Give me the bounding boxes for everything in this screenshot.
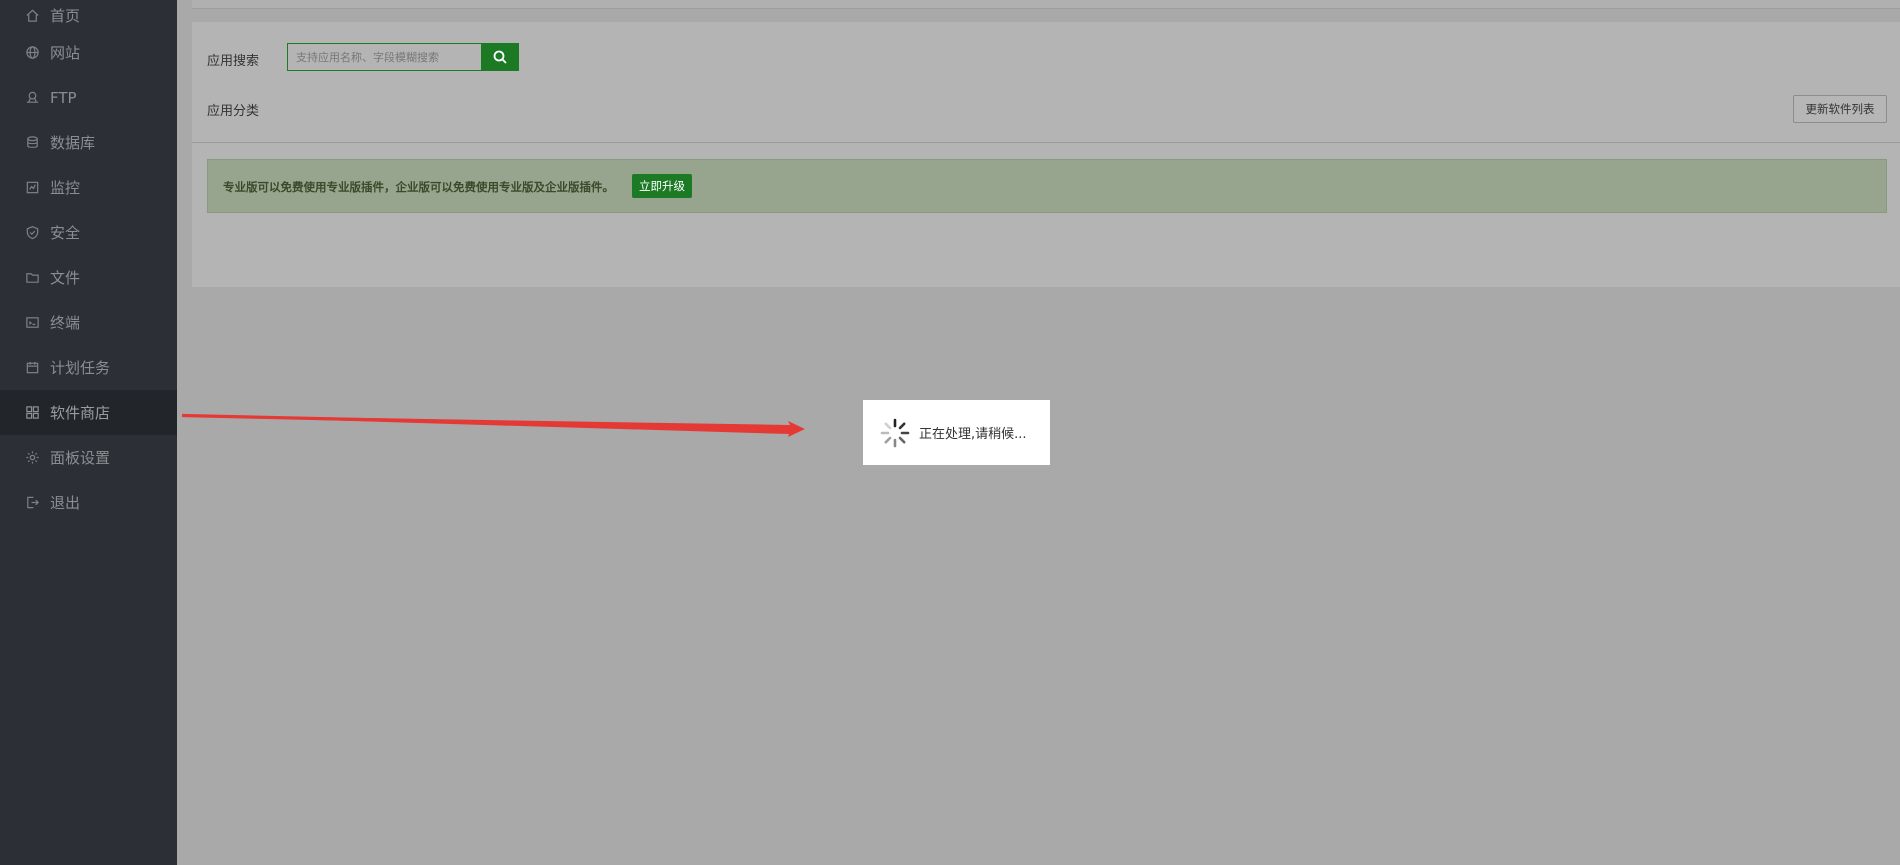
folder-icon <box>24 270 40 286</box>
sidebar-item-label: 文件 <box>50 269 81 287</box>
sidebar: 首页 网站 FTP 数据库 监控 安全 文件 终端 计划任务 软件商店 面板设置… <box>0 0 177 865</box>
software-store-panel: 应用搜索 应用分类 更新软件列表 专业版可以免费使用专业版插件，企业版可以免费使… <box>192 22 1900 287</box>
logout-icon <box>24 495 40 511</box>
loading-text: 正在处理,请稍候... <box>919 427 1027 442</box>
sidebar-item-home[interactable]: 首页 <box>0 0 177 30</box>
sidebar-item-label: 首页 <box>50 6 81 25</box>
database-icon <box>24 135 40 151</box>
divider <box>192 142 1900 143</box>
upgrade-now-button[interactable]: 立即升级 <box>632 174 692 198</box>
sidebar-item-terminal[interactable]: 终端 <box>0 300 177 345</box>
sidebar-item-security[interactable]: 安全 <box>0 210 177 255</box>
sidebar-item-label: 安全 <box>50 224 81 242</box>
grid-icon <box>24 405 40 421</box>
sidebar-item-software-store[interactable]: 软件商店 <box>0 390 177 435</box>
shield-icon <box>24 225 40 241</box>
sidebar-item-database[interactable]: 数据库 <box>0 120 177 165</box>
sidebar-item-label: 软件商店 <box>50 404 111 422</box>
gear-icon <box>24 450 40 466</box>
sidebar-item-label: 退出 <box>50 494 81 512</box>
sidebar-item-files[interactable]: 文件 <box>0 255 177 300</box>
sidebar-item-label: FTP <box>50 88 77 107</box>
sidebar-item-label: 计划任务 <box>50 359 111 377</box>
sidebar-menu: 首页 网站 FTP 数据库 监控 安全 文件 终端 计划任务 软件商店 面板设置… <box>0 0 177 525</box>
sidebar-item-monitor[interactable]: 监控 <box>0 165 177 210</box>
category-label: 应用分类 <box>207 104 260 119</box>
sidebar-item-ftp[interactable]: FTP <box>0 75 177 120</box>
sidebar-item-label: 终端 <box>50 314 81 332</box>
globe-icon <box>24 45 40 61</box>
spinner-icon <box>880 418 910 447</box>
top-panel-strip <box>192 0 1900 9</box>
search-icon <box>493 50 507 64</box>
ftp-icon <box>24 90 40 106</box>
search-label: 应用搜索 <box>207 54 260 69</box>
sidebar-item-label: 网站 <box>50 44 81 62</box>
loading-dialog: 正在处理,请稍候... <box>863 400 1050 465</box>
search-input[interactable] <box>288 44 478 70</box>
sidebar-item-label: 数据库 <box>50 134 96 152</box>
home-icon <box>24 7 40 23</box>
search-box <box>287 43 519 71</box>
sidebar-item-cron[interactable]: 计划任务 <box>0 345 177 390</box>
search-button[interactable] <box>481 43 519 71</box>
monitor-icon <box>24 180 40 196</box>
sidebar-item-website[interactable]: 网站 <box>0 30 177 75</box>
sidebar-item-logout[interactable]: 退出 <box>0 480 177 525</box>
upgrade-notice: 专业版可以免费使用专业版插件，企业版可以免费使用专业版及企业版插件。 立即升级 <box>207 159 1887 213</box>
sidebar-item-label: 监控 <box>50 179 81 197</box>
sidebar-item-label: 面板设置 <box>50 449 111 467</box>
sidebar-item-panel-settings[interactable]: 面板设置 <box>0 435 177 480</box>
update-software-list-button[interactable]: 更新软件列表 <box>1793 95 1887 123</box>
notice-text: 专业版可以免费使用专业版插件，企业版可以免费使用专业版及企业版插件。 <box>223 180 614 194</box>
calendar-icon <box>24 360 40 376</box>
terminal-icon <box>24 315 40 331</box>
